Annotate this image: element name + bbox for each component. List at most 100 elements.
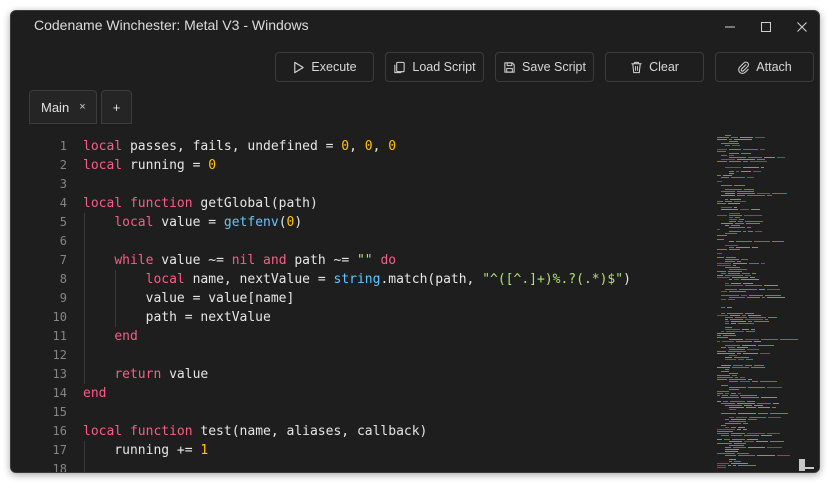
maximize-button[interactable] (747, 13, 785, 41)
minimap-line (745, 319, 763, 320)
minimap-line (728, 299, 735, 300)
minimap-line (729, 149, 741, 150)
code-line[interactable]: local name, nextValue = string.match(pat… (83, 270, 631, 289)
load-script-button[interactable]: Load Script (385, 52, 484, 82)
minimap-line (717, 315, 728, 316)
minimap-line (717, 453, 735, 454)
minimap-line (725, 145, 730, 146)
save-script-button[interactable]: Save Script (495, 52, 594, 82)
code-line[interactable]: local running = 0 (83, 156, 216, 175)
minimap-line (717, 137, 729, 138)
code-token: 0 (364, 139, 373, 154)
minimap-line (772, 407, 776, 408)
code-line[interactable]: while value ~= nil and path ~= "" do (83, 251, 396, 270)
minimap-line (731, 177, 745, 178)
code-token: running = (122, 158, 209, 173)
code-token: , (372, 139, 389, 154)
minimap-line (721, 365, 731, 366)
tab-main[interactable]: Main × (29, 90, 97, 124)
minimap-line (743, 231, 746, 232)
code-line[interactable]: path = nextValue (83, 308, 271, 327)
tab-close-icon[interactable]: × (79, 101, 85, 113)
code-line[interactable]: running += 1 (83, 441, 208, 460)
minimap-line (729, 387, 746, 388)
minimap-line (780, 339, 798, 340)
minimap-line (736, 417, 747, 418)
code-token: local (145, 272, 185, 287)
add-tab-button[interactable]: + (101, 90, 132, 124)
code-line[interactable]: local value = getfenv(0) (83, 213, 302, 232)
clear-button[interactable]: Clear (605, 52, 704, 82)
scrollbar-thumb[interactable] (799, 459, 805, 471)
minimap-line (717, 265, 731, 266)
code-line[interactable]: end (83, 384, 106, 403)
minimap-line (748, 157, 762, 158)
code-editor[interactable]: 1 2 3 4 5 6 7 8 9 10 11 12 13 14 15 16 17 18 local passes… (11, 125, 819, 473)
code-token: value (161, 367, 209, 382)
code-line[interactable]: end (83, 327, 137, 346)
minimap-line (741, 259, 748, 260)
minimap-line (730, 199, 741, 200)
minimap-line (717, 377, 733, 378)
minimap-line (752, 273, 756, 274)
minimap-line (721, 223, 733, 224)
minimap-line (747, 227, 751, 228)
minimap-line (721, 209, 738, 210)
minimap[interactable] (717, 135, 805, 471)
attach-button[interactable]: Attach (715, 52, 814, 82)
code-token: local (114, 215, 154, 230)
minimap-line (734, 185, 745, 186)
minimap-line (728, 271, 742, 272)
minimap-line (768, 317, 777, 318)
minimap-line (717, 395, 720, 396)
clear-label: Clear (649, 60, 679, 74)
minimap-line (726, 257, 736, 258)
minimap-line (746, 407, 756, 408)
minimap-line (754, 405, 763, 406)
minimap-line (721, 299, 726, 300)
minimap-line (721, 313, 725, 314)
minimap-line (729, 173, 734, 174)
code-token: end (83, 386, 107, 401)
title-bar[interactable]: Codename Winchester: Metal V3 - Windows (11, 11, 819, 43)
minimap-line (717, 181, 722, 182)
minimap-line (733, 447, 746, 448)
line-number: 18 (52, 462, 67, 473)
code-token: value ~= (153, 253, 232, 268)
minimap-line (725, 259, 739, 260)
minimap-line (721, 347, 726, 348)
minimap-line (731, 283, 741, 284)
minimap-line (743, 149, 758, 150)
minimap-line (729, 297, 745, 298)
execute-label: Execute (311, 60, 357, 74)
minimap-line (744, 405, 752, 406)
minimap-line (736, 171, 739, 172)
minimap-line (721, 195, 735, 196)
close-window-button[interactable] (783, 13, 819, 41)
code-token: 0 (341, 139, 350, 154)
execute-button[interactable]: Execute (275, 52, 374, 82)
code-line[interactable]: local passes, fails, undefined = 0, 0, 0 (83, 137, 396, 156)
code-line[interactable]: return value (83, 365, 208, 384)
minimap-line (728, 347, 735, 348)
minimap-line (741, 171, 751, 172)
minimap-line (745, 339, 759, 340)
code-line[interactable]: local function test(name, aliases, callb… (83, 422, 427, 441)
line-number: 2 (59, 158, 67, 172)
minimap-line (725, 321, 729, 322)
minimize-button[interactable] (711, 13, 749, 41)
minimap-line (729, 349, 745, 350)
minimap-line (754, 321, 769, 322)
minimap-line (731, 419, 746, 420)
line-number: 11 (52, 329, 67, 343)
minimap-line (747, 433, 765, 434)
minimap-line (721, 331, 724, 332)
minimap-line (741, 279, 759, 280)
minimap-line (737, 347, 748, 348)
indent-guide (115, 270, 117, 327)
minimap-line (725, 359, 736, 360)
minimap-line (753, 171, 761, 172)
code-line[interactable]: local function getGlobal(path) (83, 194, 318, 213)
